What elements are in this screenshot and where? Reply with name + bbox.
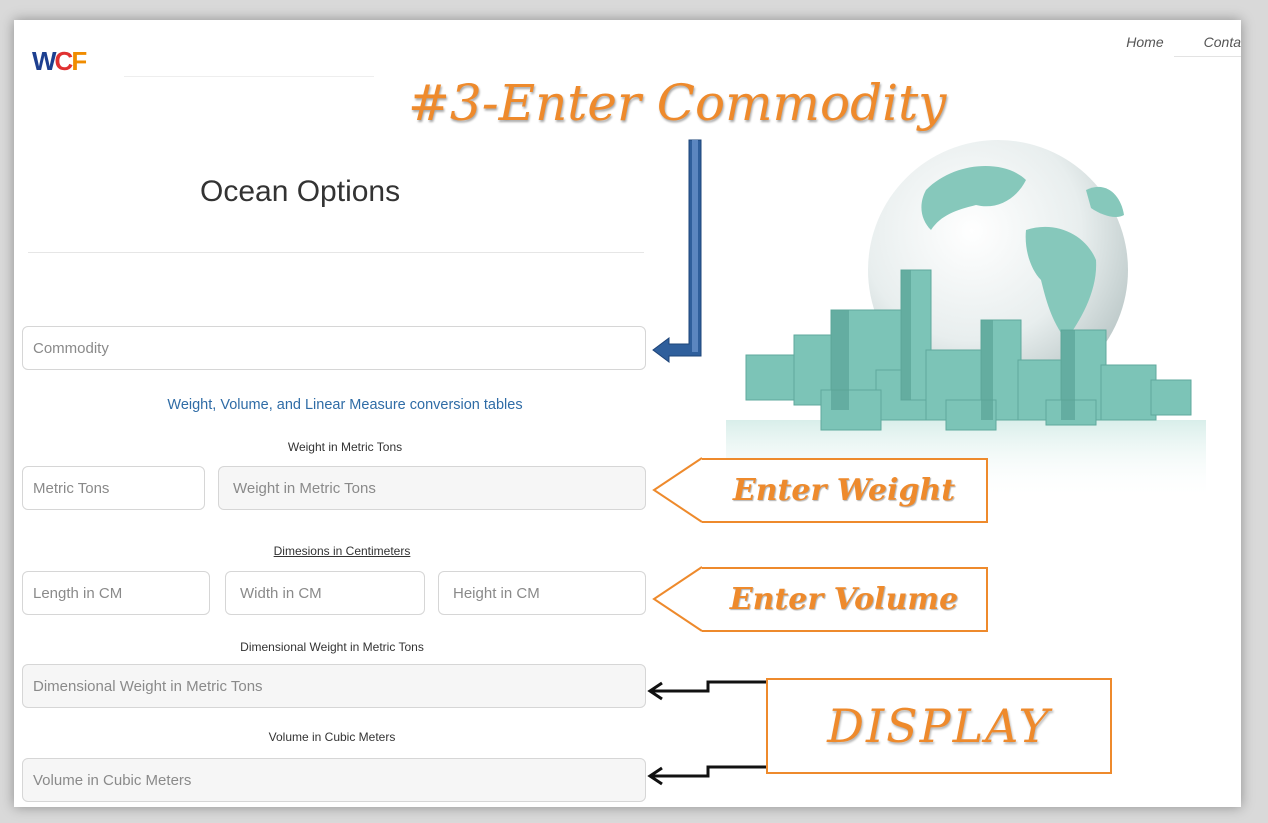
- web-page: WCF Home Conta #3-Enter Commodity Ocean O…: [14, 20, 1241, 807]
- weight-tag-point: [652, 457, 703, 523]
- screenshot-frame: WCF Home Conta #3-Enter Commodity Ocean O…: [0, 0, 1268, 823]
- display-arrows: [647, 680, 766, 786]
- blue-arrow: [652, 139, 702, 363]
- annotation-arrows: [647, 139, 766, 786]
- volume-tag-point: [652, 566, 703, 632]
